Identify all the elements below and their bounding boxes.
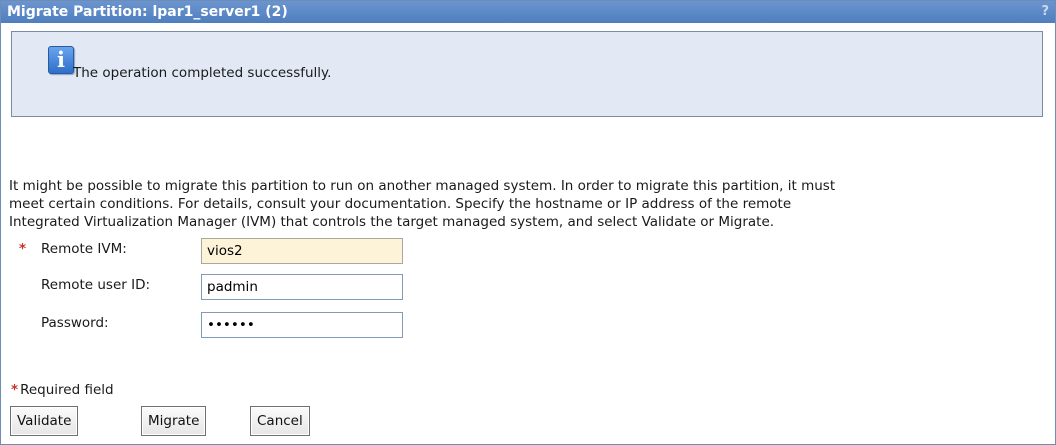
required-field-note: * Required field — [11, 382, 114, 398]
migrate-partition-dialog: Migrate Partition: lpar1_server1 (2) ? i… — [0, 0, 1056, 445]
intro-line: It might be possible to migrate this par… — [9, 178, 836, 194]
intro-line: meet certain conditions. For details, co… — [9, 196, 792, 212]
intro-line: Integrated Virtualization Manager (IVM) … — [9, 214, 775, 230]
required-field-text: Required field — [20, 382, 114, 398]
remote-user-id-label: Remote user ID: — [41, 277, 151, 293]
help-icon[interactable]: ? — [1041, 1, 1049, 23]
remote-ivm-input[interactable] — [201, 238, 403, 264]
required-star: * — [11, 382, 19, 398]
info-message-box: i The operation completed successfully. — [11, 31, 1043, 117]
dialog-title: Migrate Partition: lpar1_server1 (2) — [7, 4, 288, 20]
cancel-button[interactable]: Cancel — [250, 406, 310, 436]
title-bar: Migrate Partition: lpar1_server1 (2) ? — [1, 1, 1055, 23]
password-label: Password: — [41, 315, 109, 331]
validate-button[interactable]: Validate — [10, 406, 79, 436]
required-star: * — [19, 241, 27, 257]
password-input[interactable] — [201, 312, 403, 338]
remote-ivm-label: Remote IVM: — [41, 241, 127, 257]
remote-user-id-input[interactable] — [201, 274, 403, 300]
migrate-button[interactable]: Migrate — [141, 406, 207, 436]
intro-paragraph: It might be possible to migrate this par… — [9, 177, 1053, 231]
info-message-text: The operation completed successfully. — [73, 65, 332, 81]
info-icon: i — [48, 46, 74, 74]
